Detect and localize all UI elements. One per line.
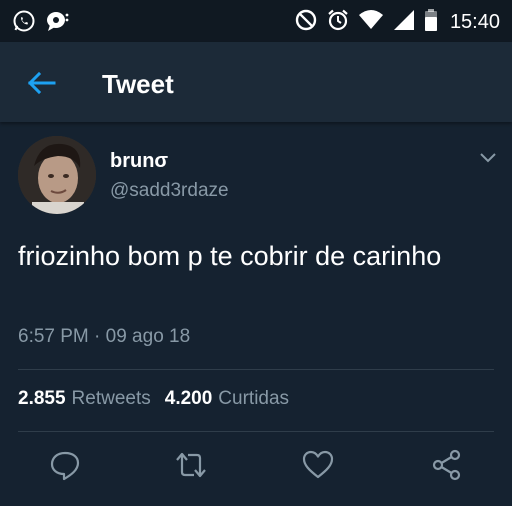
back-arrow-icon[interactable]	[24, 66, 58, 100]
author-name[interactable]: brunσ	[110, 150, 168, 173]
divider	[18, 431, 494, 432]
page-title: Tweet	[102, 69, 174, 99]
whatsapp-icon	[12, 9, 36, 38]
likes-count: 4.200	[164, 388, 213, 409]
likes-label: Curtidas	[218, 388, 290, 409]
tweet-timestamp: 6:57 PM · 09 ago 18	[18, 326, 191, 347]
do-not-disturb-icon	[294, 8, 318, 37]
status-right-icons: 15:40	[294, 8, 500, 37]
signal-icon	[392, 8, 416, 37]
divider	[18, 369, 494, 370]
share-icon[interactable]	[430, 448, 464, 482]
alarm-icon	[326, 8, 350, 37]
chevron-down-icon[interactable]	[478, 150, 498, 166]
retweets-label: Retweets	[71, 388, 151, 409]
avatar[interactable]	[18, 136, 96, 214]
battery-icon	[424, 8, 438, 37]
retweets-count: 2.855	[18, 388, 66, 409]
reply-icon[interactable]	[48, 448, 82, 482]
retweets-stat[interactable]: 2.855 Retweets	[18, 388, 151, 410]
bottom-edge	[0, 506, 512, 512]
tweet-text: friozinho bom p te cobrir de carinho	[18, 241, 442, 271]
wifi-icon	[358, 8, 384, 37]
tweet-stats: 2.855 Retweets 4.200 Curtidas	[18, 388, 289, 410]
action-bar	[0, 448, 512, 488]
message-bubble-icon	[44, 9, 70, 38]
retweet-icon[interactable]	[174, 448, 208, 482]
app-bar: Tweet	[0, 42, 512, 122]
tweet-screen: 15:40 Tweet brunσ @sadd3rdaze friozinho …	[0, 0, 512, 512]
like-icon[interactable]	[301, 448, 335, 482]
likes-stat[interactable]: 4.200 Curtidas	[165, 388, 289, 410]
author-handle[interactable]: @sadd3rdaze	[110, 180, 229, 202]
status-bar: 15:40	[0, 0, 512, 42]
status-left-icons	[12, 9, 70, 38]
status-time: 15:40	[449, 11, 500, 33]
